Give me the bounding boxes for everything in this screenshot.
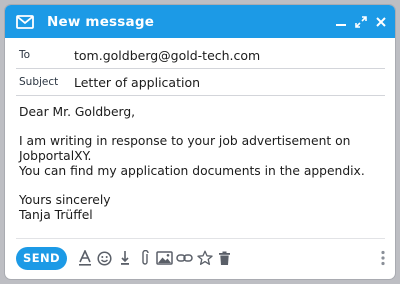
more-options-icon[interactable] <box>378 248 388 268</box>
greeting: Dear Mr. Goldberg, <box>19 105 136 119</box>
trash-icon[interactable] <box>215 248 234 268</box>
star-icon[interactable] <box>195 248 214 268</box>
body-line: You can find my application documents in… <box>19 164 365 178</box>
expand-icon[interactable] <box>353 14 369 30</box>
closing: Yours sincerely <box>19 193 111 207</box>
title-bar: New message <box>5 5 395 38</box>
window-controls <box>333 5 389 38</box>
divider <box>16 238 385 239</box>
attach-file-icon[interactable] <box>115 248 134 268</box>
close-icon[interactable] <box>373 14 389 30</box>
text-format-icon[interactable] <box>75 248 94 268</box>
subject-field[interactable]: Letter of application <box>74 75 200 90</box>
envelope-icon <box>13 10 37 34</box>
image-icon[interactable] <box>155 248 174 268</box>
subject-label: Subject <box>19 76 59 88</box>
emoji-icon[interactable] <box>95 248 114 268</box>
subject-row: Subject Letter of application <box>16 69 385 96</box>
to-label: To <box>19 49 31 61</box>
compose-window: New message To tom.goldberg@gold-tech.co… <box>5 5 395 279</box>
link-icon[interactable] <box>175 248 194 268</box>
minimize-icon[interactable] <box>333 14 349 30</box>
window-title: New message <box>47 13 155 30</box>
to-field[interactable]: tom.goldberg@gold-tech.com <box>74 48 260 63</box>
attachment-clip-icon[interactable] <box>135 248 154 268</box>
body-line: JobportalXY. <box>19 149 92 163</box>
compose-toolbar: SEND <box>16 246 388 270</box>
message-body[interactable]: Dear Mr. Goldberg, I am writing in respo… <box>19 105 379 223</box>
send-button[interactable]: SEND <box>16 246 67 270</box>
signature: Tanja Trüffel <box>19 208 93 222</box>
body-line: I am writing in response to your job adv… <box>19 134 351 148</box>
to-row: To tom.goldberg@gold-tech.com <box>16 42 385 69</box>
